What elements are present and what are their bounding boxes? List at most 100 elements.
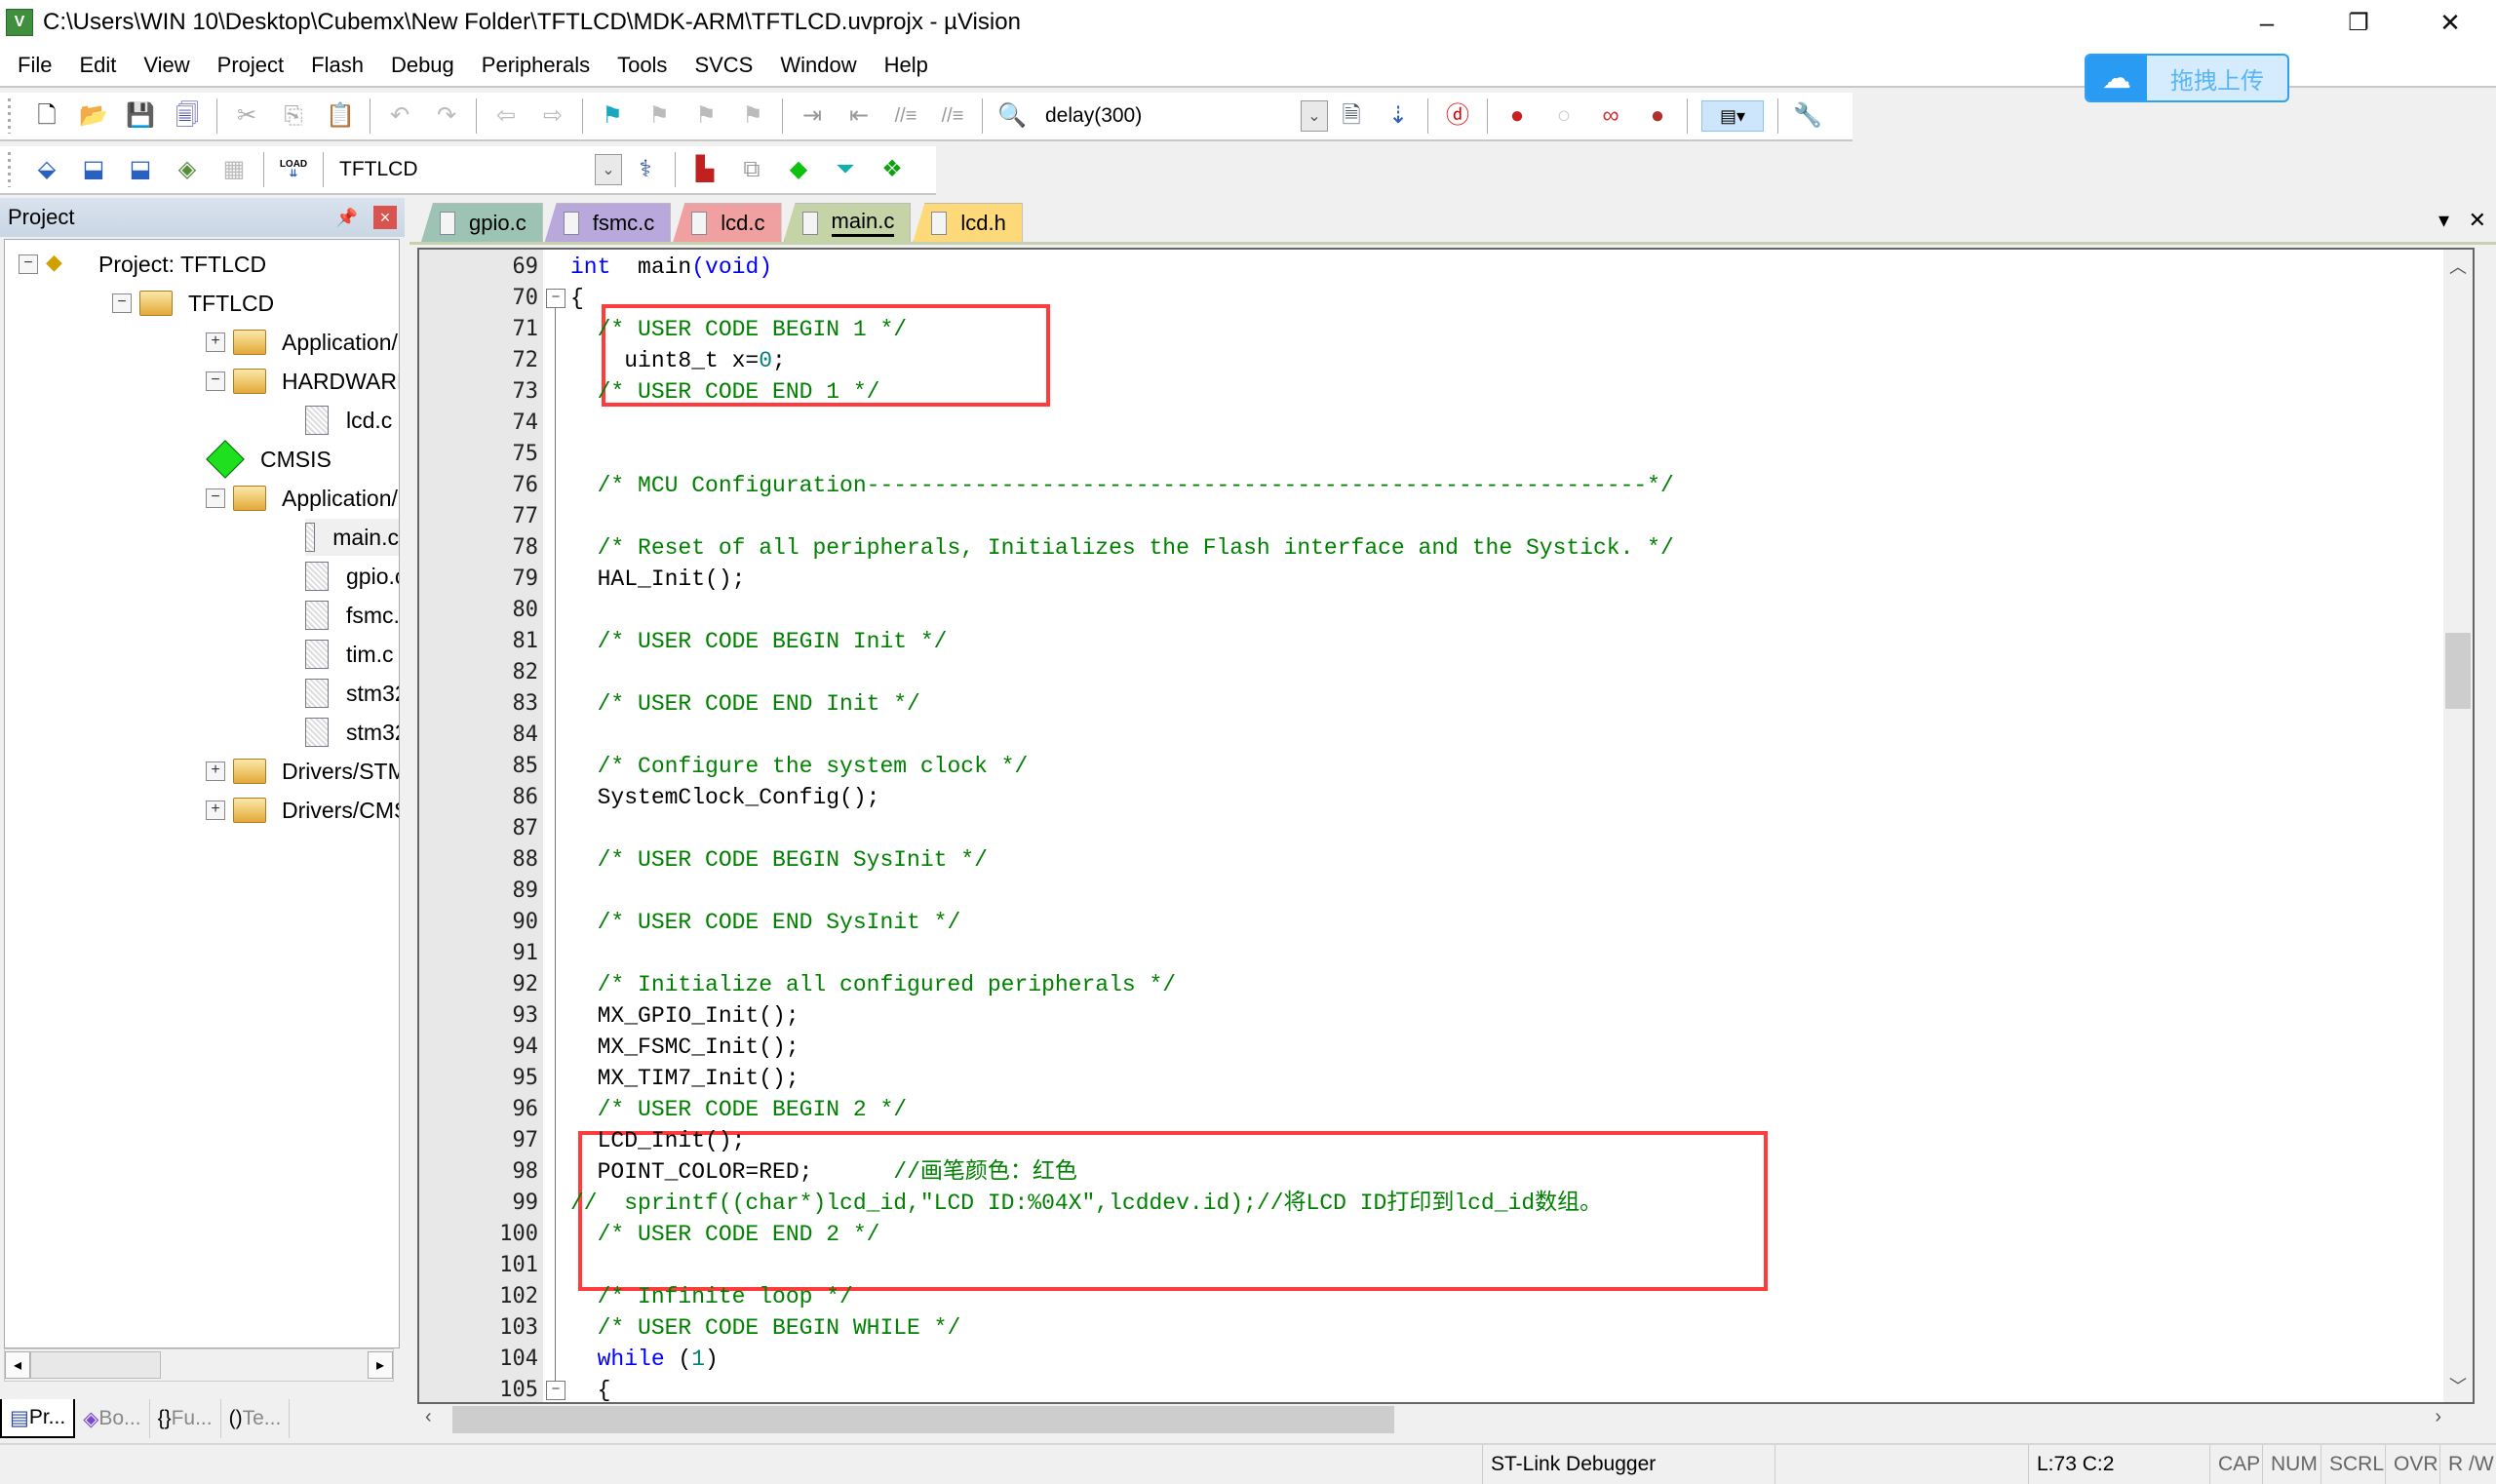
pin-icon[interactable]: 📌 [336,208,358,228]
stop-build-icon[interactable]: ▦ [218,154,250,185]
code-line[interactable]: /* USER CODE BEGIN Init */ [570,626,948,657]
panel-tab-1[interactable]: ◈ Bo... [75,1399,150,1438]
code-line[interactable]: LCD_Init(); [570,1125,746,1156]
code-line[interactable]: /* Configure the system clock */ [570,751,1029,782]
select-packs-icon[interactable]: ◆ [783,154,814,185]
code-line[interactable]: /* USER CODE BEGIN 1 */ [570,314,907,345]
redo-icon[interactable]: ↷ [431,100,462,132]
expand-icon[interactable]: + [206,762,225,781]
indent-icon[interactable]: ⇥ [797,100,828,132]
code-line[interactable]: { [570,283,584,314]
tree-item[interactable]: − TFTLCD [112,285,274,322]
menu-peripherals[interactable]: Peripherals [468,53,604,78]
vertical-scrollbar[interactable]: ︿ ﹀ [2443,250,2473,1402]
code-line[interactable]: MX_GPIO_Init(); [570,1000,800,1032]
code-line[interactable]: // sprintf((char*)lcd_id,"LCD ID:%04X",l… [570,1188,1602,1219]
code-line[interactable]: /* Infinite loop */ [570,1281,853,1312]
code-line[interactable]: /* USER CODE END 1 */ [570,376,880,408]
baidu-upload-widget[interactable]: ☁ 拖拽上传 [2085,54,2289,102]
panel-tab-2[interactable]: {} Fu... [150,1399,221,1438]
code-line[interactable]: /* USER CODE END Init */ [570,688,920,720]
comment-icon[interactable]: //≡ [890,100,921,132]
tree-item[interactable]: CMSIS [206,440,332,479]
open-file-icon[interactable]: 📂 [78,100,109,132]
code-line[interactable]: int main(void) [570,252,772,283]
next-bookmark-icon[interactable]: ⚑ [690,100,722,132]
code-line[interactable]: /* USER CODE END 2 */ [570,1219,880,1250]
collapse-icon[interactable]: − [112,293,132,313]
expand-icon[interactable]: + [206,801,225,820]
editor-tab-fsmc-c[interactable]: fsmc.c [544,203,672,242]
scroll-left-icon[interactable]: ◂ [5,1351,30,1379]
collapse-icon[interactable]: − [206,488,225,508]
minimize-button[interactable]: – [2233,0,2301,45]
menu-help[interactable]: Help [871,53,942,78]
toolbar-grip[interactable] [8,152,16,187]
kill-all-breakpoints-icon[interactable]: ● [1642,100,1673,132]
components-icon[interactable]: ❖ [877,154,908,185]
panel-tab-0[interactable]: ▤ Pr... [0,1399,76,1438]
debug-session-icon[interactable]: ⓓ [1442,100,1473,132]
menu-view[interactable]: View [130,53,203,78]
code-line[interactable]: /* USER CODE BEGIN SysInit */ [570,844,988,876]
configure-icon[interactable]: 🔧 [1792,100,1823,132]
target-combo-value[interactable]: TFTLCD [330,158,595,181]
tree-item[interactable]: − ◆ Project: TFTLCD [19,246,266,283]
code-line[interactable]: SystemClock_Config(); [570,782,880,813]
code-line[interactable]: HAL_Init(); [570,564,746,595]
close-button[interactable]: ✕ [2416,0,2484,45]
copy-icon[interactable]: ⎘ [278,100,309,132]
menu-debug[interactable]: Debug [377,53,468,78]
scroll-right-icon[interactable]: ▸ [368,1351,393,1379]
menu-project[interactable]: Project [204,53,297,78]
tree-item[interactable]: fsmc.c [305,597,399,634]
tree-item[interactable]: + Drivers/STM32F4xx_HAL_Driver [206,753,399,790]
translate-icon[interactable]: ⬙ [31,154,62,185]
editor-tab-main-c[interactable]: main.c [783,203,912,242]
collapse-icon[interactable]: − [19,254,38,274]
code-line[interactable]: /* Reset of all peripherals, Initializes… [570,532,1674,564]
code-line[interactable]: MX_TIM7_Init(); [570,1063,800,1094]
manage-runtime-icon[interactable]: ⧉ [736,154,767,185]
tree-item[interactable]: lcd.c [305,402,392,439]
chevron-down-icon[interactable]: ⌄ [1301,100,1328,132]
navigate-back-icon[interactable]: ⇦ [490,100,522,132]
save-all-icon[interactable]: 🗐 [172,100,203,132]
undo-icon[interactable]: ↶ [384,100,415,132]
scroll-up-icon[interactable]: ︿ [2443,254,2473,279]
expand-icon[interactable]: + [206,332,225,352]
tree-item[interactable]: + Drivers/CMSIS [206,792,399,829]
fold-toggle-icon[interactable]: − [546,1381,566,1400]
pack-installer-icon[interactable]: ⏷ [830,154,861,185]
find-in-files-icon[interactable]: 🔍 [996,100,1028,132]
collapse-icon[interactable]: − [206,371,225,391]
tree-item[interactable]: gpio.c [305,558,399,595]
batch-build-icon[interactable]: ◈ [172,154,203,185]
save-icon[interactable]: 💾 [125,100,156,132]
tree-item[interactable]: tim.c [305,636,394,673]
rebuild-icon[interactable]: ⬓ [125,154,156,185]
code-line[interactable]: /* USER CODE BEGIN 2 */ [570,1094,907,1125]
toolbar-grip[interactable] [8,98,16,134]
target-options-icon[interactable]: ⚕ [630,154,661,185]
code-line[interactable]: POINT_COLOR=RED; //画笔颜色：红色 [570,1156,1077,1188]
menu-svcs[interactable]: SVCS [681,53,766,78]
cut-icon[interactable]: ✂ [231,100,262,132]
new-file-icon[interactable]: 🗋 [31,100,62,132]
insert-bookmark-icon[interactable]: ⚑ [597,100,628,132]
editor-tab-gpio-c[interactable]: gpio.c [421,203,543,242]
code-line[interactable]: uint8_t x=0; [570,345,786,376]
tab-list-dropdown-icon[interactable]: ▾ [2438,208,2449,233]
scroll-right-icon[interactable]: › [2435,1406,2441,1428]
paste-icon[interactable]: 📋 [325,100,356,132]
editor-tab-lcd-c[interactable]: lcd.c [673,203,782,242]
disable-all-breakpoints-icon[interactable]: ∞ [1595,100,1626,132]
code-line[interactable]: MX_FSMC_Init(); [570,1032,800,1063]
tree-item[interactable]: − HARDWARE [206,363,399,400]
uncomment-icon[interactable]: //≡ [937,100,968,132]
tree-item[interactable]: stm32f4xx_it.c [305,675,399,712]
menu-window[interactable]: Window [766,53,870,78]
menu-flash[interactable]: Flash [297,53,377,78]
scrollbar-thumb[interactable] [2445,633,2471,709]
code-line[interactable]: /* USER CODE BEGIN WHILE */ [570,1312,961,1344]
